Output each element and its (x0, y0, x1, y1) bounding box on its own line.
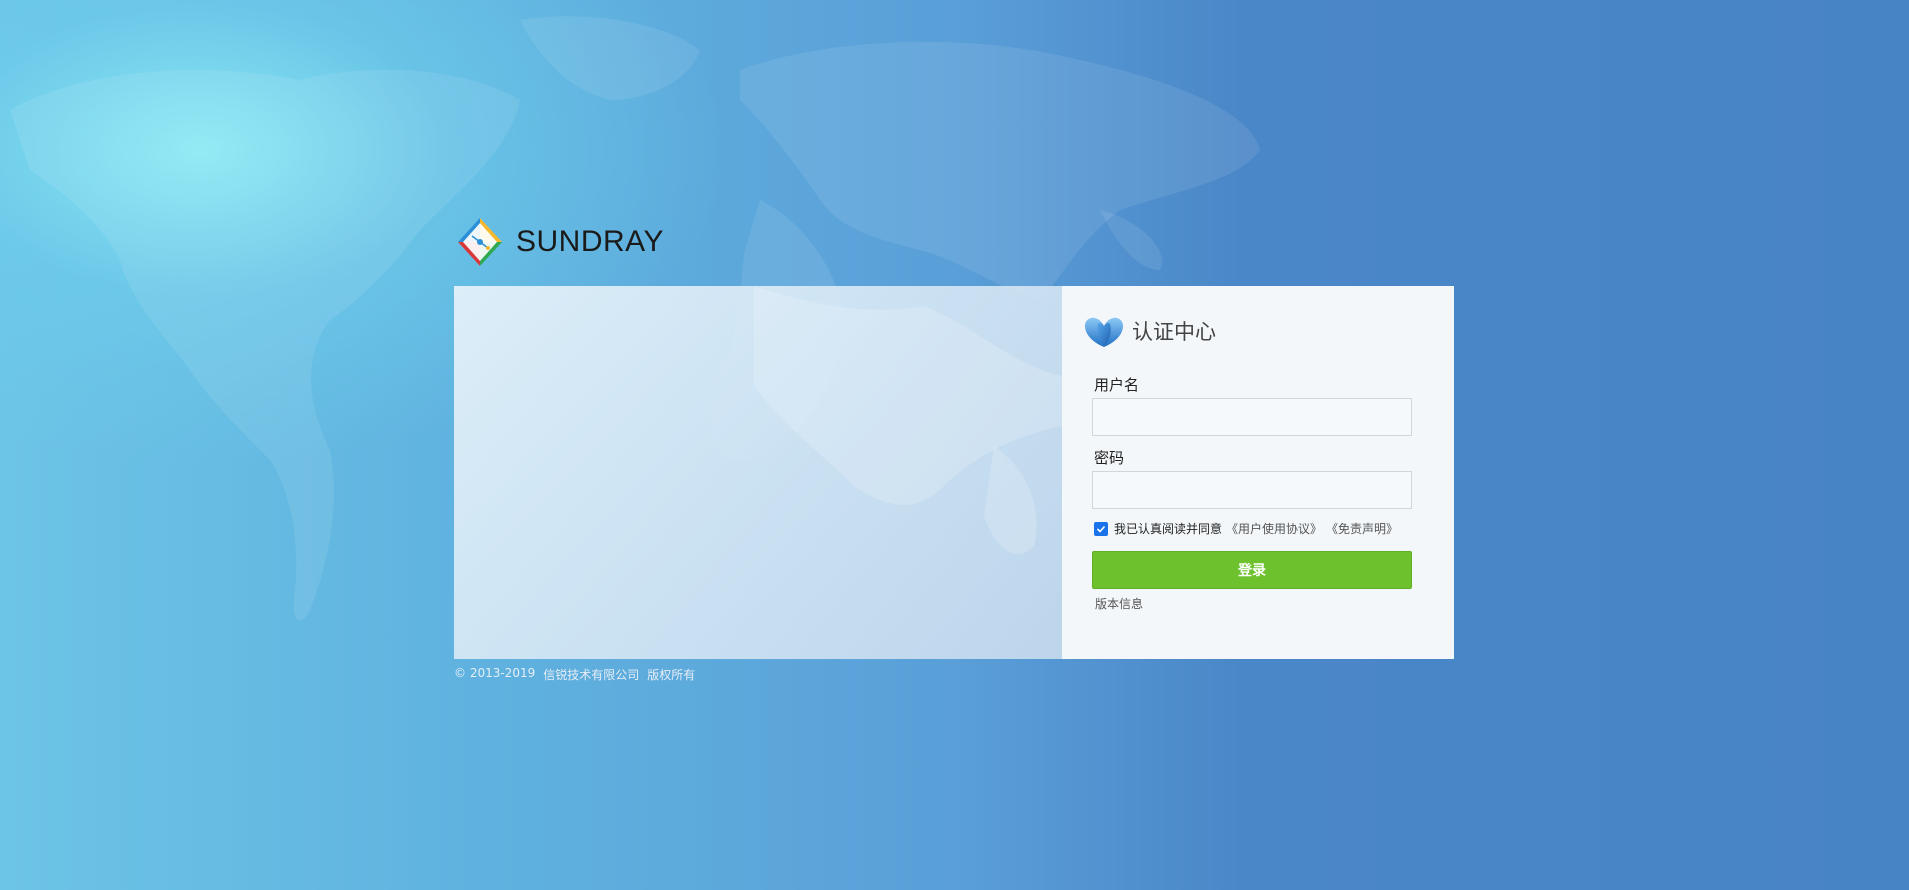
rights-text: 版权所有 (647, 668, 696, 682)
page-title: 认证中心 (1132, 320, 1216, 344)
banner-area (454, 286, 1062, 659)
login-button[interactable]: 登录 (1092, 551, 1412, 589)
company-name: 信锐技术有限公司 (543, 668, 640, 682)
agree-text: 我已认真阅读并同意 (1114, 522, 1223, 536)
disclaimer-link[interactable]: 《免责声明》 (1326, 520, 1398, 537)
username-label: 用户名 (1094, 376, 1140, 394)
agree-checkbox[interactable] (1094, 521, 1108, 536)
brand-logo: SUNDRAY (454, 216, 664, 268)
sundray-logo-icon (458, 218, 502, 266)
password-label: 密码 (1094, 449, 1125, 467)
auth-header: 认证中心 (1084, 314, 1216, 348)
footer: © 2013-2019 信锐技术有限公司 版权所有 (454, 666, 695, 683)
login-form: 认证中心 用户名 密码 我已认真阅读并同意 《用户使用协议》 《免责声明》 登录… (1062, 286, 1454, 659)
login-panel: 认证中心 用户名 密码 我已认真阅读并同意 《用户使用协议》 《免责声明》 登录… (454, 286, 1454, 659)
banner-map-icon (754, 286, 1062, 555)
password-input[interactable] (1092, 471, 1412, 509)
copyright-text: © 2013-2019 (454, 666, 536, 680)
username-input[interactable] (1092, 398, 1412, 436)
version-info-link[interactable]: 版本信息 (1095, 595, 1143, 612)
agreement-row: 我已认真阅读并同意 《用户使用协议》 《免责声明》 (1094, 520, 1398, 537)
shield-logo-icon (1085, 317, 1123, 347)
brand-name: SUNDRAY (516, 225, 664, 258)
check-icon (1096, 525, 1106, 533)
user-agreement-link[interactable]: 《用户使用协议》 (1226, 520, 1322, 537)
